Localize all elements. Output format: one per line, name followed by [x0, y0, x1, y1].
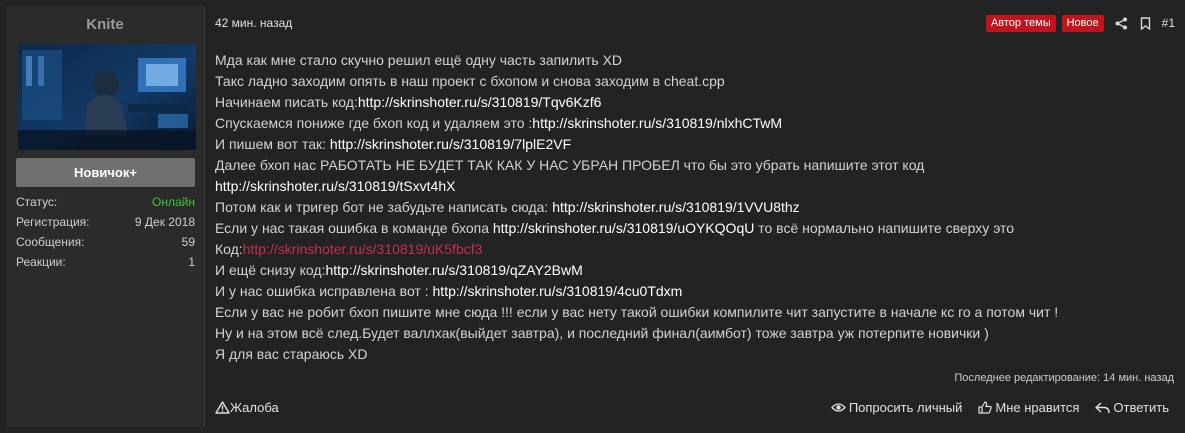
line-text: И пишем вот так:: [215, 136, 330, 152]
like-label: Мне нравится: [995, 400, 1080, 415]
line-text: Потом как и тригер бот не забудьте напис…: [215, 199, 553, 215]
stat-label: Сообщения:: [16, 235, 85, 249]
post-actions: Попросить личный Мне нравится Ответить: [815, 400, 1169, 415]
post-line: И ещё снизу код:http://skrinshoter.ru/s/…: [215, 260, 1175, 281]
line-text: то всё нормально напишите сверху это: [754, 220, 1015, 236]
stat-row-registration: Регистрация: 9 Дек 2018: [16, 212, 195, 232]
post-line: Мда как мне стало скучно решил ещё одну …: [215, 50, 1175, 71]
post-number[interactable]: #1: [1162, 16, 1175, 30]
stat-row-status: Статус: Онлайн: [16, 192, 195, 212]
screenshot-link[interactable]: http://skrinshoter.ru/s/310819/4cu0Tdxm: [433, 283, 683, 299]
user-rank-banner: Новичок+: [16, 158, 195, 187]
post-line: И пишем вот так: http://skrinshoter.ru/s…: [215, 134, 1175, 155]
line-text: И у нас ошибка исправлена вот :: [215, 283, 433, 299]
line-text: Начинаем писать код:: [215, 94, 358, 110]
screenshot-link[interactable]: http://skrinshoter.ru/s/310819/uK5fbcf3: [243, 241, 483, 257]
post-line: И у нас ошибка исправлена вот : http://s…: [215, 281, 1175, 302]
bookmark-icon[interactable]: [1137, 14, 1155, 32]
avatar[interactable]: [18, 44, 196, 150]
post-content: 42 мин. назад Автор темы Новое #1 Мда ка…: [205, 6, 1180, 427]
user-sidebar: Knite Новичок+ Статус: Онлайн Регистраци…: [6, 6, 205, 427]
thumbs-up-icon: [978, 401, 993, 414]
post-header: 42 мин. назад Автор темы Новое #1: [215, 14, 1175, 34]
line-text: Ну и на этом всё след.Будет валлхак(выйд…: [215, 325, 989, 341]
screenshot-link[interactable]: http://skrinshoter.ru/s/310819/tSxvt4hX: [215, 178, 455, 194]
eye-icon: [830, 403, 846, 412]
author-badge: Автор темы: [985, 14, 1056, 32]
line-text: Если у вас не робит бхоп пишите мне сюда…: [215, 304, 1059, 320]
ask-private-button[interactable]: Попросить личный: [830, 400, 963, 415]
stat-value: Онлайн: [152, 195, 195, 209]
post-time[interactable]: 42 мин. назад: [215, 16, 292, 30]
screenshot-link[interactable]: http://skrinshoter.ru/s/310819/Tqv6Kzf6: [358, 94, 602, 110]
forum-post: Knite Новичок+ Статус: Онлайн Регистраци…: [0, 0, 1185, 433]
post-line: Ну и на этом всё след.Будет валлхак(выйд…: [215, 323, 1175, 344]
line-text: Если у нас такая ошибка в команде бхопа: [215, 220, 493, 236]
post-line: Такс ладно заходим опять в наш проект с …: [215, 71, 1175, 92]
reply-label: Ответить: [1113, 400, 1169, 415]
line-text: Я для вас стараюсь XD: [215, 346, 368, 362]
last-edit-note: Последнее редактирование: 14 мин. назад: [954, 372, 1174, 384]
line-text: Далее бхоп нас РАБОТАТЬ НЕ БУДЕТ ТАК КАК…: [215, 157, 925, 173]
screenshot-link[interactable]: http://skrinshoter.ru/s/310819/nlxhCTwM: [532, 115, 782, 131]
post-line: Код:http://skrinshoter.ru/s/310819/uK5fb…: [215, 239, 1175, 260]
post-body: Мда как мне стало скучно решил ещё одну …: [215, 50, 1175, 365]
report-label: Жалоба: [230, 400, 279, 415]
line-text: Код:: [215, 241, 243, 257]
post-line: Потом как и тригер бот не забудьте напис…: [215, 197, 1175, 218]
post-line: Если у вас не робит бхоп пишите мне сюда…: [215, 302, 1175, 323]
post-line: Спускаемся пониже где бхоп код и удаляем…: [215, 113, 1175, 134]
ask-private-label: Попросить личный: [848, 400, 963, 415]
stat-label: Регистрация:: [16, 215, 90, 229]
screenshot-link[interactable]: http://skrinshoter.ru/s/310819/qZAY2BwM: [325, 262, 582, 278]
screenshot-link[interactable]: http://skrinshoter.ru/s/310819/7lplE2VF: [330, 136, 571, 152]
stat-row-messages: Сообщения: 59: [16, 232, 195, 252]
post-header-actions: Автор темы Новое #1: [985, 14, 1175, 32]
user-stats: Статус: Онлайн Регистрация: 9 Дек 2018 С…: [16, 192, 195, 272]
share-icon[interactable]: [1113, 14, 1131, 32]
post-line: Начинаем писать код:http://skrinshoter.r…: [215, 92, 1175, 113]
report-button[interactable]: Жалоба: [215, 400, 279, 415]
stat-label: Реакции:: [16, 255, 66, 269]
post-footer: Жалоба Попросить личный Мне нравится Отв…: [215, 400, 1175, 420]
post-line: http://skrinshoter.ru/s/310819/tSxvt4hX: [215, 176, 1175, 197]
reply-button[interactable]: Ответить: [1095, 400, 1169, 415]
avatar-image: [18, 44, 196, 150]
post-line: Если у нас такая ошибка в команде бхопа …: [215, 218, 1175, 239]
username[interactable]: Knite: [6, 16, 204, 33]
stat-label: Статус:: [16, 195, 58, 209]
like-button[interactable]: Мне нравится: [978, 400, 1079, 415]
post-line: Я для вас стараюсь XD: [215, 344, 1175, 365]
screenshot-link[interactable]: http://skrinshoter.ru/s/310819/1VVU8thz: [552, 199, 799, 215]
line-text: Спускаемся пониже где бхоп код и удаляем…: [215, 115, 533, 131]
stat-value[interactable]: 59: [182, 232, 195, 252]
screenshot-link[interactable]: http://skrinshoter.ru/s/310819/uOYKQOqU: [493, 220, 754, 236]
stat-value: 9 Дек 2018: [134, 215, 195, 229]
stat-value: 1: [188, 255, 195, 269]
line-text: Такс ладно заходим опять в наш проект с …: [215, 73, 725, 89]
line-text: Мда как мне стало скучно решил ещё одну …: [215, 52, 623, 68]
warning-icon: [215, 401, 230, 414]
line-text: И ещё снизу код:: [215, 262, 326, 278]
post-line: Далее бхоп нас РАБОТАТЬ НЕ БУДЕТ ТАК КАК…: [215, 155, 1175, 176]
stat-row-reactions: Реакции: 1: [16, 252, 195, 272]
new-badge: Новое: [1061, 14, 1104, 32]
reply-icon: [1095, 401, 1111, 413]
